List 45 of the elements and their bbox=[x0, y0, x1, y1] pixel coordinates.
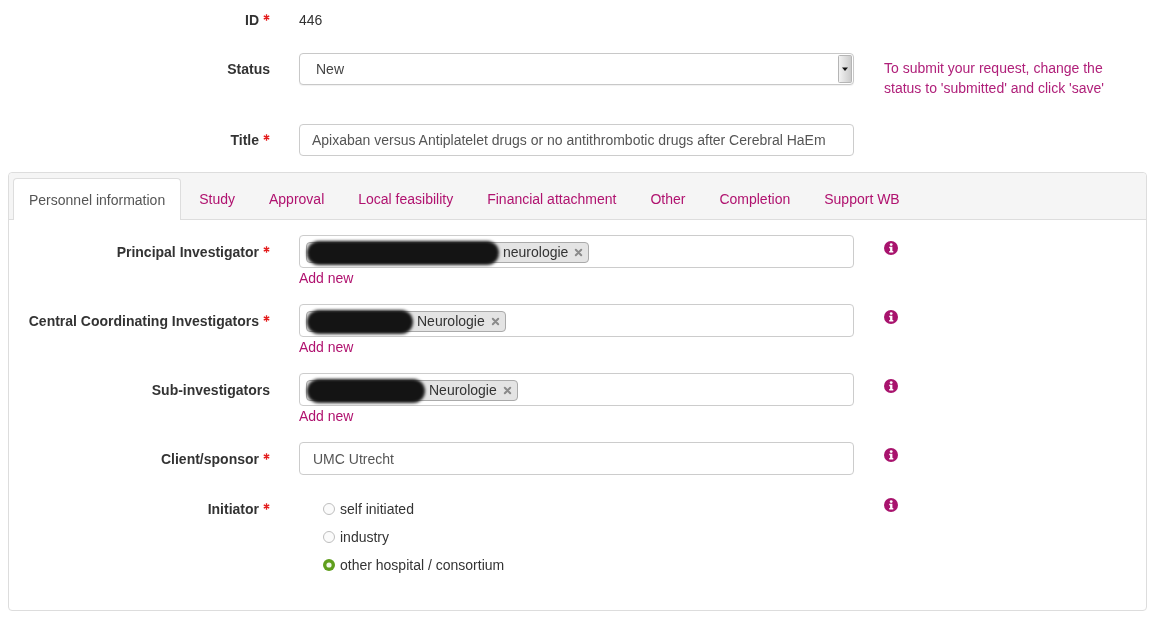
tag-label: Neurologie bbox=[429, 381, 497, 400]
info-icon[interactable] bbox=[884, 241, 898, 255]
tab[interactable]: Personnel information bbox=[13, 178, 182, 220]
add-new-link[interactable]: Add new bbox=[299, 337, 354, 357]
tag-input[interactable]: neurologie bbox=[299, 235, 854, 268]
add-new-link[interactable]: Add new bbox=[299, 406, 354, 426]
tab[interactable]: Local feasibility bbox=[342, 178, 470, 219]
tab[interactable]: Support WB bbox=[808, 178, 916, 219]
radio-label: industry bbox=[340, 529, 390, 545]
info-icon[interactable] bbox=[884, 498, 898, 512]
dropdown-caret-icon[interactable] bbox=[838, 55, 852, 83]
field-label: Status bbox=[227, 60, 270, 79]
tag-label: neurologie bbox=[503, 243, 569, 262]
field-label: Sub-investigators bbox=[151, 381, 270, 400]
tag-input[interactable]: Neurologie bbox=[299, 304, 854, 337]
remove-icon[interactable] bbox=[490, 317, 500, 326]
radio-label: self initiated bbox=[340, 501, 414, 517]
field-label: Initiator bbox=[207, 500, 259, 519]
tab[interactable]: Other bbox=[634, 178, 702, 219]
tag-label: Neurologie bbox=[417, 312, 485, 331]
remove-icon[interactable] bbox=[574, 248, 584, 257]
tab[interactable]: Financial attachment bbox=[471, 178, 633, 219]
radio-button[interactable] bbox=[323, 503, 335, 515]
info-icon[interactable] bbox=[884, 379, 898, 393]
info-icon[interactable] bbox=[884, 310, 898, 324]
radio-button[interactable] bbox=[323, 531, 335, 543]
id-value: 446 bbox=[299, 11, 324, 30]
field-label: Client/sponsor bbox=[161, 450, 259, 469]
tag-input[interactable]: Neurologie bbox=[299, 373, 854, 406]
add-new-link[interactable]: Add new bbox=[299, 268, 354, 288]
radio-button[interactable] bbox=[323, 559, 335, 571]
field-label: ID bbox=[245, 11, 259, 30]
status-select[interactable]: New bbox=[299, 53, 854, 85]
info-icon[interactable] bbox=[884, 448, 898, 462]
status-help-text: To submit your request, change the status to 'submitted' and click 'save' bbox=[884, 59, 1105, 98]
title-input[interactable]: Apixaban versus Antiplatelet drugs or no antithrombotic drugs after Cerebral HaEm bbox=[299, 124, 854, 156]
tab[interactable]: Completion bbox=[703, 178, 807, 219]
tab[interactable]: Approval bbox=[253, 178, 341, 219]
client-sponsor-input[interactable]: UMC Utrecht bbox=[299, 442, 854, 475]
field-label: Central Coordinating Investigators bbox=[28, 312, 259, 331]
field-label: Principal Investigator bbox=[116, 243, 259, 262]
remove-icon[interactable] bbox=[502, 386, 512, 395]
tab[interactable]: Study bbox=[183, 178, 251, 219]
field-label: Title bbox=[230, 131, 259, 150]
radio-label: other hospital / consortium bbox=[340, 557, 505, 573]
